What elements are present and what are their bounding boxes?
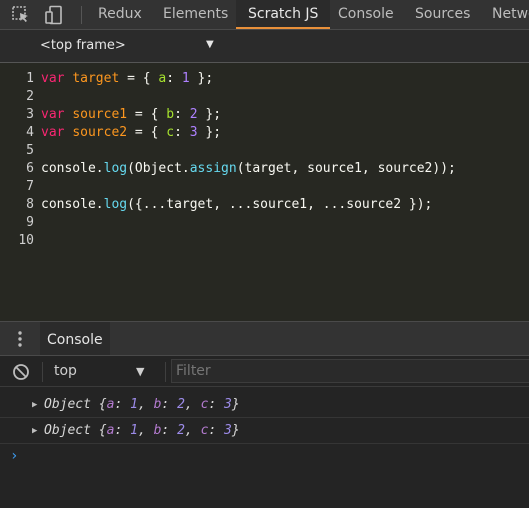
code-line[interactable]: 3 var source1 = { b: 2 }; xyxy=(0,106,221,124)
object-preview: Object {a: 1, b: 2, c: 3} xyxy=(44,423,240,438)
toolbar-divider xyxy=(165,362,166,382)
tab-scratch-js[interactable]: Scratch JS xyxy=(236,0,331,29)
line-number: 6 xyxy=(26,161,34,176)
console-toolbar: top ▼ xyxy=(0,356,529,387)
line-number: 1 xyxy=(26,71,34,86)
code-editor[interactable]: 1 var target = { a: 1 }; 2 3 var source1 = {… xyxy=(0,63,529,321)
code-line[interactable]: 10 xyxy=(0,232,34,250)
tab-redux[interactable]: Redux xyxy=(98,0,142,29)
object-preview: Object {a: 1, b: 2, c: 3} xyxy=(44,397,240,412)
line-number: 7 xyxy=(26,179,34,194)
tab-network[interactable]: Netwo xyxy=(492,0,529,29)
line-number: 8 xyxy=(26,197,34,212)
frame-selector-bar: <top frame> ▼ xyxy=(0,30,529,63)
frame-selector[interactable]: <top frame> xyxy=(40,38,126,53)
expand-triangle-icon[interactable]: ▶ xyxy=(32,418,37,444)
line-number: 2 xyxy=(26,89,34,104)
line-number: 10 xyxy=(18,233,34,248)
code-text: console.log(Object.assign(target, source… xyxy=(41,161,456,176)
code-line[interactable]: 2 xyxy=(0,88,34,106)
toolbar-divider xyxy=(42,362,43,382)
filter-input[interactable] xyxy=(171,359,529,383)
context-selector[interactable]: top xyxy=(54,363,77,379)
line-number: 4 xyxy=(26,125,34,140)
line-number: 3 xyxy=(26,107,34,122)
code-line[interactable]: 5 xyxy=(0,142,34,160)
expand-triangle-icon[interactable]: ▶ xyxy=(32,392,37,418)
clear-console-icon[interactable] xyxy=(12,363,30,381)
code-text: var source1 = { b: 2 }; xyxy=(41,107,222,122)
device-toolbar-icon[interactable] xyxy=(44,5,64,25)
code-line[interactable]: 6 console.log(Object.assign(target, sourc… xyxy=(0,160,456,178)
line-number: 9 xyxy=(26,215,34,230)
console-prompt[interactable]: › xyxy=(10,448,18,464)
toolbar-divider xyxy=(81,6,82,24)
devtools-tab-bar: Redux Elements Scratch JS Console Source… xyxy=(0,0,529,30)
kebab-menu-icon[interactable] xyxy=(14,329,26,349)
drawer-header: Console xyxy=(0,321,529,356)
code-text: console.log({...target, ...source1, ...s… xyxy=(41,197,433,212)
console-message[interactable]: ▶ Object {a: 1, b: 2, c: 3} xyxy=(0,392,529,418)
tab-console[interactable]: Console xyxy=(338,0,394,29)
drawer-tab-console[interactable]: Console xyxy=(40,322,110,355)
line-number: 5 xyxy=(26,143,34,158)
code-line[interactable]: 8 console.log({...target, ...source1, ...… xyxy=(0,196,432,214)
code-text: var source2 = { c: 3 }; xyxy=(41,125,222,140)
chevron-down-icon[interactable]: ▼ xyxy=(206,39,214,50)
code-line[interactable]: 7 xyxy=(0,178,34,196)
code-line[interactable]: 4 var source2 = { c: 3 }; xyxy=(0,124,221,142)
inspect-icon[interactable] xyxy=(11,5,31,25)
code-line[interactable]: 9 xyxy=(0,214,34,232)
tab-sources[interactable]: Sources xyxy=(415,0,470,29)
tab-elements[interactable]: Elements xyxy=(163,0,228,29)
chevron-down-icon[interactable]: ▼ xyxy=(136,365,144,378)
code-text: var target = { a: 1 }; xyxy=(41,71,214,86)
console-message[interactable]: ▶ Object {a: 1, b: 2, c: 3} xyxy=(0,418,529,444)
code-line[interactable]: 1 var target = { a: 1 }; xyxy=(0,70,213,88)
